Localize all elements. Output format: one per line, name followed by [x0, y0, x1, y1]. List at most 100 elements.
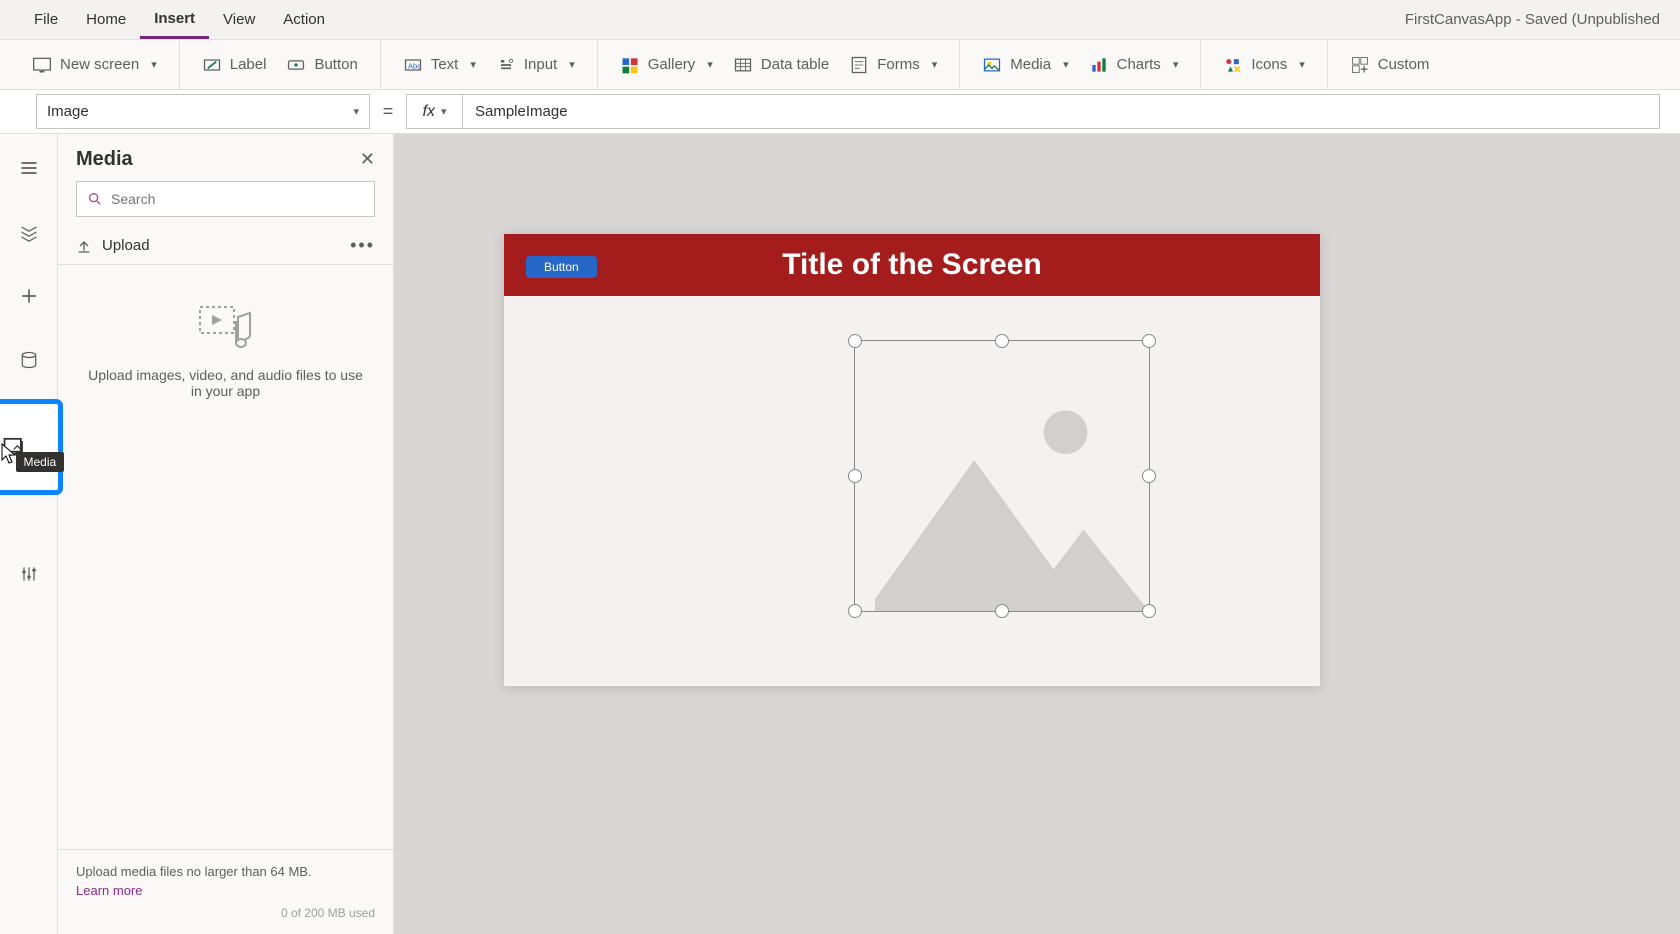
- chevron-down-icon: ▾: [1299, 58, 1305, 71]
- new-screen-button[interactable]: New screen ▾: [22, 49, 167, 81]
- chevron-down-icon: ▾: [707, 58, 713, 71]
- resize-handle[interactable]: [1142, 604, 1156, 618]
- chevron-down-icon: ▾: [353, 105, 359, 118]
- label-button[interactable]: Label: [192, 49, 277, 81]
- chevron-down-icon: ▾: [1063, 58, 1069, 71]
- ribbon-label: New screen: [60, 56, 139, 73]
- ribbon-label: Icons: [1251, 56, 1287, 73]
- image-control[interactable]: [854, 340, 1150, 612]
- panel-footer: Upload media files no larger than 64 MB.…: [58, 849, 393, 934]
- ribbon-label: Gallery: [648, 56, 696, 73]
- chevron-down-icon: ▾: [441, 105, 447, 118]
- menu-bar: File Home Insert View Action FirstCanvas…: [0, 0, 1680, 40]
- data-button[interactable]: [9, 340, 49, 380]
- ribbon-label: Media: [1010, 56, 1051, 73]
- resize-handle[interactable]: [995, 604, 1009, 618]
- upload-button[interactable]: Upload: [76, 237, 150, 254]
- storage-usage: 0 of 200 MB used: [76, 906, 375, 920]
- media-empty-icon: [198, 305, 254, 349]
- chevron-down-icon: ▾: [569, 58, 575, 71]
- close-panel-button[interactable]: ✕: [360, 149, 375, 170]
- upload-icon: [76, 238, 92, 254]
- chevron-down-icon: ▾: [470, 58, 476, 71]
- charts-button[interactable]: Charts ▾: [1079, 49, 1189, 81]
- gallery-button[interactable]: Gallery ▾: [610, 49, 723, 81]
- resize-handle[interactable]: [1142, 334, 1156, 348]
- upload-label: Upload: [102, 237, 150, 254]
- search-box[interactable]: [76, 181, 375, 217]
- resize-handle[interactable]: [1142, 469, 1156, 483]
- media-button[interactable]: Media ▾: [972, 49, 1078, 81]
- label-icon: [202, 55, 222, 75]
- screen-title: Title of the Screen: [782, 248, 1042, 282]
- insert-button[interactable]: [9, 276, 49, 316]
- button-button[interactable]: Button: [276, 49, 367, 81]
- search-input[interactable]: [111, 191, 364, 207]
- chevron-down-icon: ▾: [1173, 58, 1179, 71]
- property-select[interactable]: Image ▾: [36, 94, 370, 129]
- input-button[interactable]: Input ▾: [486, 49, 585, 81]
- app-screen[interactable]: Button Title of the Screen: [504, 234, 1320, 686]
- ribbon-label: Charts: [1117, 56, 1161, 73]
- resize-handle[interactable]: [848, 469, 862, 483]
- menu-insert[interactable]: Insert: [140, 0, 209, 39]
- resize-handle[interactable]: [848, 334, 862, 348]
- input-icon: [496, 55, 516, 75]
- menu-action[interactable]: Action: [269, 0, 339, 39]
- resize-handle[interactable]: [995, 334, 1009, 348]
- more-button[interactable]: •••: [350, 235, 375, 256]
- text-icon: Abc: [403, 55, 423, 75]
- empty-message: Upload images, video, and audio files to…: [88, 367, 363, 399]
- menu-file[interactable]: File: [20, 0, 72, 39]
- learn-more-link[interactable]: Learn more: [76, 883, 142, 898]
- ribbon-label: Button: [314, 56, 357, 73]
- table-icon: [733, 55, 753, 75]
- property-name: Image: [47, 103, 89, 120]
- custom-icon: [1350, 55, 1370, 75]
- footer-message: Upload media files no larger than 64 MB.: [76, 864, 375, 879]
- form-icon: [849, 55, 869, 75]
- ribbon-label: Text: [431, 56, 459, 73]
- menu-home[interactable]: Home: [72, 0, 140, 39]
- title-bar: Button Title of the Screen: [504, 234, 1320, 296]
- resize-handle[interactable]: [848, 604, 862, 618]
- data-table-button[interactable]: Data table: [723, 49, 839, 81]
- media-icon: [982, 55, 1002, 75]
- tools-button[interactable]: [9, 554, 49, 594]
- gallery-icon: [620, 55, 640, 75]
- app-title: FirstCanvasApp - Saved (Unpublished: [1405, 11, 1660, 28]
- main-area: Media Media ✕ Upload •: [0, 134, 1680, 934]
- text-button[interactable]: Abc Text ▾: [393, 49, 486, 81]
- chart-icon: [1089, 55, 1109, 75]
- svg-text:Abc: Abc: [408, 61, 421, 70]
- panel-title: Media: [76, 148, 133, 171]
- formula-value: SampleImage: [475, 103, 568, 120]
- ribbon-label: Forms: [877, 56, 920, 73]
- media-tooltip: Media: [16, 452, 65, 472]
- formula-bar: Image ▾ = fx ▾ SampleImage: [0, 90, 1680, 134]
- hamburger-button[interactable]: [9, 148, 49, 188]
- ribbon: New screen ▾ Label Button Abc Text ▾: [0, 40, 1680, 90]
- media-panel: Media ✕ Upload ••• Upload: [58, 134, 394, 934]
- media-rail-button[interactable]: Media: [0, 404, 58, 490]
- custom-button[interactable]: Custom: [1340, 49, 1440, 81]
- fx-button[interactable]: fx ▾: [406, 94, 462, 129]
- canvas-area[interactable]: Button Title of the Screen: [394, 134, 1680, 934]
- forms-button[interactable]: Forms ▾: [839, 49, 947, 81]
- equals-sign: =: [370, 94, 406, 129]
- ribbon-label: Input: [524, 56, 557, 73]
- menu-view[interactable]: View: [209, 0, 269, 39]
- chevron-down-icon: ▾: [932, 58, 938, 71]
- icons-icon: [1223, 55, 1243, 75]
- tree-view-button[interactable]: [9, 212, 49, 252]
- left-rail: Media: [0, 134, 58, 934]
- icons-button[interactable]: Icons ▾: [1213, 49, 1314, 81]
- button-icon: [286, 55, 306, 75]
- placeholder-image-icon: [855, 341, 1149, 611]
- formula-input[interactable]: SampleImage: [462, 94, 1660, 129]
- canvas-button[interactable]: Button: [526, 256, 597, 278]
- ribbon-label: Data table: [761, 56, 829, 73]
- screen-icon: [32, 55, 52, 75]
- ribbon-label: Custom: [1378, 56, 1430, 73]
- ribbon-label: Label: [230, 56, 267, 73]
